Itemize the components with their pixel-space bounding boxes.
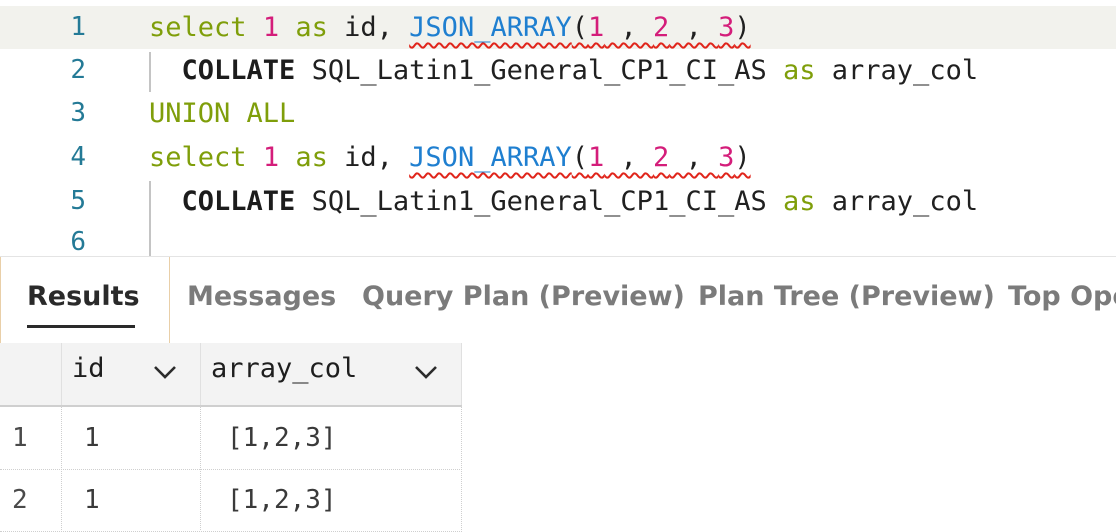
paren-open: (	[571, 142, 588, 173]
chevron-down-icon[interactable]	[411, 357, 441, 387]
line-number: 2	[70, 55, 86, 85]
column-header-id[interactable]: id	[62, 343, 201, 407]
active-tab-indicator	[27, 325, 135, 328]
identifier-id: id,	[344, 142, 393, 173]
keyword-as: as	[295, 12, 328, 43]
column-header-array-col[interactable]: array_col	[201, 343, 462, 407]
arg-separator: ,	[604, 12, 654, 43]
column-header-label: id	[72, 353, 105, 384]
arg-2: 2	[653, 12, 670, 43]
arg-3: 3	[718, 142, 735, 173]
sql-editor[interactable]: 1 select 1 as id, JSON_ARRAY(1 , 2 , 3) …	[0, 0, 1116, 256]
results-tab-bar: Results Messages Query Plan (Preview) Pl…	[0, 256, 1116, 344]
keyword-as: as	[783, 186, 816, 217]
cell-array-col[interactable]: [1,2,3]	[227, 407, 337, 469]
tab-top-operations[interactable]: Top Operations	[1008, 257, 1116, 343]
identifier-array-col: array_col	[831, 55, 979, 86]
tab-messages[interactable]: Messages	[187, 257, 336, 343]
paren-close: )	[734, 142, 751, 173]
identifier-id: id,	[344, 12, 393, 43]
column-divider	[61, 405, 62, 530]
chevron-down-icon[interactable]	[150, 357, 180, 387]
column-divider	[461, 405, 462, 530]
row-number: 2	[12, 485, 28, 515]
line-number: 1	[70, 12, 86, 42]
tab-results[interactable]: Results	[0, 257, 170, 343]
keyword-select: select	[149, 142, 247, 173]
column-header-label: array_col	[211, 353, 358, 384]
keyword-union-all: UNION ALL	[149, 98, 296, 129]
editor-line-4[interactable]: 4 select 1 as id, JSON_ARRAY(1 , 2 , 3)	[0, 136, 1116, 179]
line-number: 5	[70, 186, 86, 216]
arg-1: 1	[588, 12, 605, 43]
code-text[interactable]: select 1 as id, JSON_ARRAY(1 , 2 , 3)	[149, 6, 751, 49]
paren-close: )	[734, 12, 751, 43]
indent-guide	[149, 52, 151, 92]
cell-id[interactable]: 1	[84, 407, 100, 469]
code-text[interactable]: COLLATE SQL_Latin1_General_CP1_CI_AS as …	[149, 49, 979, 92]
row-number: 1	[12, 423, 28, 453]
collation-name: SQL_Latin1_General_CP1_CI_AS	[311, 186, 767, 217]
tab-label: Top Operations	[1008, 281, 1116, 312]
arg-separator: ,	[669, 12, 719, 43]
row-number-header	[0, 343, 62, 407]
paren-open: (	[571, 12, 588, 43]
tab-label: Messages	[187, 281, 337, 312]
tab-plan-tree[interactable]: Plan Tree (Preview)	[698, 257, 995, 343]
table-row[interactable]: 1 1 [1,2,3]	[0, 407, 462, 470]
keyword-collate: COLLATE	[181, 55, 296, 86]
indent-guide	[149, 181, 151, 256]
code-text[interactable]: COLLATE SQL_Latin1_General_CP1_CI_AS as …	[149, 180, 979, 223]
line-number: 6	[70, 227, 86, 256]
tab-query-plan[interactable]: Query Plan (Preview)	[362, 257, 685, 343]
arg-separator: ,	[669, 142, 719, 173]
literal-number: 1	[262, 12, 280, 43]
keyword-as: as	[783, 55, 816, 86]
code-text[interactable]: select 1 as id, JSON_ARRAY(1 , 2 , 3)	[149, 136, 751, 179]
cell-id[interactable]: 1	[84, 469, 100, 531]
collation-name: SQL_Latin1_General_CP1_CI_AS	[311, 55, 767, 86]
editor-line-5[interactable]: 5 COLLATE SQL_Latin1_General_CP1_CI_AS a…	[0, 180, 1116, 223]
column-divider	[200, 405, 201, 530]
results-grid[interactable]: id array_col 1 1 [1,2,3] 2 1 [1,2,3]	[0, 343, 1116, 532]
identifier-array-col: array_col	[831, 186, 979, 217]
tab-label: Plan Tree (Preview)	[698, 281, 995, 312]
tab-label: Query Plan (Preview)	[362, 281, 685, 312]
editor-line-3[interactable]: 3 UNION ALL	[0, 92, 1116, 135]
cell-array-col[interactable]: [1,2,3]	[227, 469, 337, 531]
editor-line-2[interactable]: 2 COLLATE SQL_Latin1_General_CP1_CI_AS a…	[0, 49, 1116, 92]
editor-line-1[interactable]: 1 select 1 as id, JSON_ARRAY(1 , 2 , 3)	[0, 6, 1116, 49]
code-text[interactable]: UNION ALL	[149, 92, 295, 135]
table-row[interactable]: 2 1 [1,2,3]	[0, 469, 462, 532]
function-json-array: JSON_ARRAY	[409, 12, 572, 43]
function-json-array: JSON_ARRAY	[409, 142, 572, 173]
literal-number: 1	[262, 142, 280, 173]
editor-line-6[interactable]: 6	[0, 221, 1116, 256]
line-number: 3	[70, 98, 86, 128]
arg-separator: ,	[604, 142, 654, 173]
arg-1: 1	[588, 142, 605, 173]
keyword-collate: COLLATE	[181, 186, 296, 217]
arg-3: 3	[718, 12, 735, 43]
keyword-as: as	[295, 142, 328, 173]
keyword-select: select	[149, 12, 247, 43]
line-number: 4	[70, 142, 86, 172]
arg-2: 2	[653, 142, 670, 173]
